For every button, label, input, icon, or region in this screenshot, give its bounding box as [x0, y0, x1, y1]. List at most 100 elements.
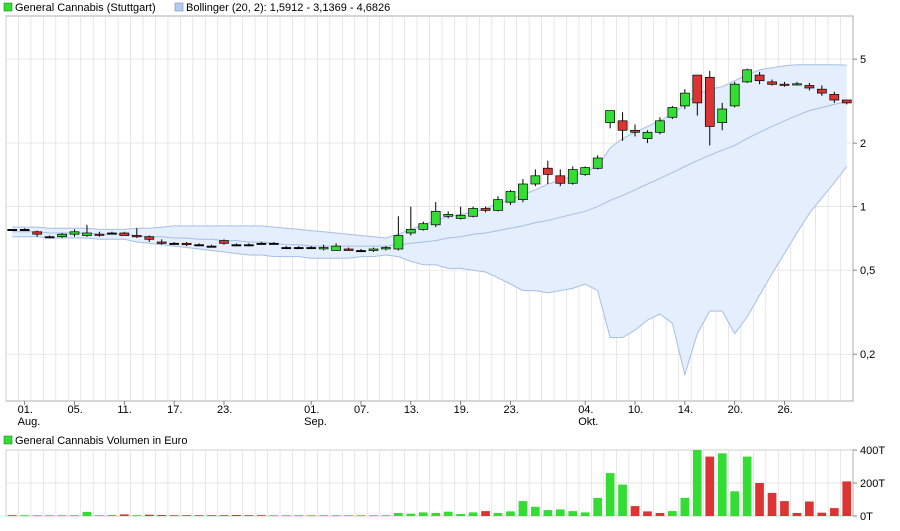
y-tick-label: 0,5	[860, 265, 875, 277]
volume-bar	[319, 515, 328, 516]
volume-bar	[7, 515, 17, 516]
volume-bar	[406, 513, 416, 516]
volume-bar	[593, 497, 602, 516]
volume-bar	[232, 515, 241, 516]
candle-body	[742, 69, 752, 83]
volume-bar	[692, 450, 702, 516]
candle-body	[817, 88, 827, 94]
candle-body	[206, 245, 217, 248]
volume-y-tick-label: 400T	[860, 445, 885, 457]
candle-body	[555, 175, 566, 184]
price-y-axis: 5 2 1 0,5 0,2	[853, 54, 875, 361]
volume-bar	[57, 515, 67, 516]
candle-body	[542, 167, 553, 175]
volume-bar	[830, 508, 839, 516]
volume-legend-label: General Cannabis Volumen in Euro	[15, 435, 187, 447]
candle-body	[219, 240, 229, 244]
candle-body	[169, 242, 180, 245]
x-tick-label: 01.	[18, 404, 33, 416]
volume-bar	[742, 456, 752, 516]
candle-body	[119, 232, 130, 236]
volume-bar	[643, 511, 652, 516]
volume-bar	[568, 511, 578, 516]
candle-body	[156, 241, 167, 244]
candle-body	[642, 131, 653, 139]
candle-body	[841, 99, 852, 104]
candle-body	[318, 247, 329, 250]
volume-bar	[294, 515, 304, 516]
volume-bar	[418, 512, 428, 516]
volume-bar	[132, 515, 142, 516]
candle-body	[430, 210, 441, 226]
candle-body	[455, 214, 466, 219]
volume-bar	[344, 515, 353, 516]
candle-body	[754, 74, 765, 82]
volume-bar	[331, 515, 341, 516]
candle-body	[493, 199, 503, 211]
candle-body	[717, 108, 728, 123]
volume-y-tick-label: 0T	[860, 511, 873, 523]
candle-body	[94, 233, 105, 236]
candle-body	[293, 247, 304, 250]
volume-bar	[369, 515, 378, 516]
candle-body	[244, 244, 254, 247]
candle-body	[7, 229, 18, 231]
volume-bar	[767, 492, 777, 516]
candle-body	[729, 83, 740, 107]
y-tick-label: 2	[860, 138, 866, 150]
volume-bar	[630, 506, 640, 516]
candle-body	[804, 85, 815, 89]
volume-bar	[817, 512, 827, 516]
candle-body	[405, 229, 416, 234]
volume-bar	[443, 511, 453, 516]
x-tick-label: 05.	[68, 404, 83, 416]
volume-bar	[655, 513, 665, 516]
volume-bar	[805, 501, 814, 516]
price-legend-label: General Cannabis (Stuttgart)	[15, 2, 156, 14]
x-tick-label: 17.	[167, 404, 182, 416]
volume-bar	[207, 515, 216, 516]
volume-bar	[717, 453, 727, 516]
x-tick-label: 26.	[777, 404, 792, 416]
volume-bar	[194, 515, 204, 516]
candle-body	[131, 235, 142, 238]
candle-body	[82, 232, 92, 236]
candle-body	[680, 92, 690, 107]
candle-body	[69, 231, 80, 235]
volume-bar	[668, 511, 677, 516]
candle-body	[667, 107, 678, 118]
volume-bar	[70, 515, 79, 516]
candle-body	[107, 232, 117, 235]
volume-bar	[381, 515, 391, 516]
candle-body	[567, 169, 578, 184]
stock-chart: General Cannabis (Stuttgart) Bollinger (…	[3, 2, 885, 523]
volume-y-tick-label: 200T	[860, 478, 885, 490]
x-tick-label: 19.	[454, 404, 469, 416]
candle-body	[692, 74, 703, 104]
volume-bar	[468, 512, 478, 516]
volume-bar	[20, 515, 29, 516]
candle-body	[630, 129, 640, 133]
volume-bar	[120, 514, 129, 516]
price-legend-swatch	[3, 2, 13, 12]
candle-body	[704, 76, 715, 127]
volume-bar	[580, 512, 590, 516]
candle-body	[231, 244, 242, 247]
date-x-axis: 01.Aug.05. 11. 17. 23. 01.Sep.07. 13. 19. 23. 04…	[18, 401, 793, 428]
volume-legend: General Cannabis Volumen in Euro	[3, 435, 187, 447]
volume-bar	[481, 511, 490, 516]
x-tick-month-label: Sep.	[304, 416, 327, 428]
candle-body	[306, 247, 317, 250]
volume-bar	[518, 501, 528, 516]
candle-body	[393, 235, 404, 250]
candle-body	[518, 183, 528, 200]
candle-body	[331, 245, 341, 251]
x-tick-label: 04.	[578, 404, 593, 416]
candle-body	[281, 247, 292, 250]
x-tick-month-label: Okt.	[578, 416, 598, 428]
volume-bar	[842, 481, 852, 516]
volume-bar	[281, 515, 291, 516]
volume-bar	[306, 515, 316, 516]
volume-bar	[506, 511, 515, 516]
volume-bar	[605, 473, 615, 516]
